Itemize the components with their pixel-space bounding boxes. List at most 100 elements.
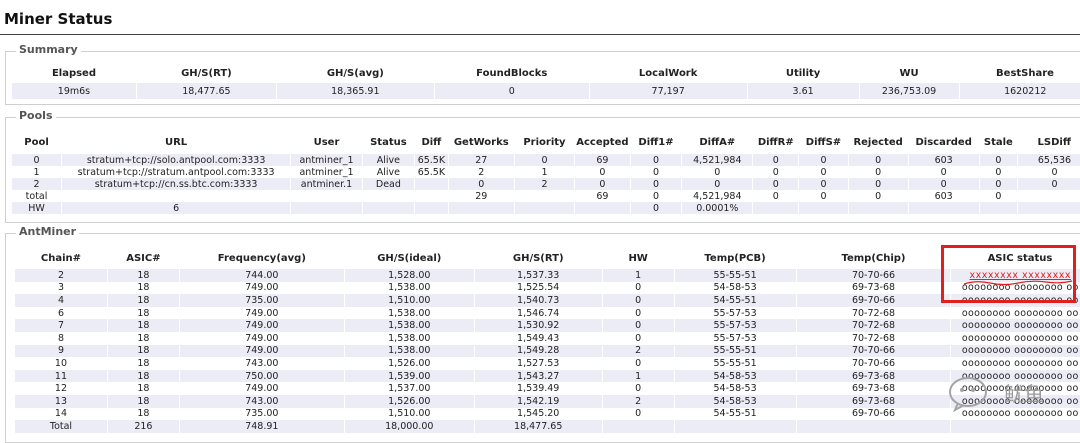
pools-cell — [291, 190, 363, 202]
antminer-cell: 744.00 — [179, 269, 344, 282]
table-row: HW600.0001% — [12, 202, 1080, 214]
table-row: total296904,521,9840006030 — [12, 190, 1080, 202]
antminer-cell: 1,539.49 — [474, 382, 602, 395]
table-row: 1418735.001,510.001,545.20054-55-5169-70… — [15, 408, 1080, 421]
antminer-cell: 0 — [602, 408, 674, 421]
antminer-cell: 1,545.20 — [474, 408, 602, 421]
pools-header-diffa: DiffA# — [682, 130, 753, 154]
summary-section: Summary ElapsedGH/S(RT)GH/S(avg)FoundBlo… — [5, 51, 1080, 105]
antminer-cell: 18 — [107, 269, 179, 282]
antminer-cell: 70-70-66 — [796, 269, 951, 282]
antminer-cell: 18,477.65 — [474, 420, 602, 433]
summary-cell: 19m6s — [12, 83, 137, 99]
pools-cell: 0 — [575, 166, 630, 178]
antminer-cell — [602, 420, 674, 433]
antminer-cell: 1,543.27 — [474, 370, 602, 383]
antminer-cell: 1,530.92 — [474, 319, 602, 332]
pools-legend: Pools — [16, 109, 56, 122]
antminer-header-asic: ASIC# — [107, 247, 179, 269]
pools-cell: antminer.1 — [291, 178, 363, 190]
antminer-cell: 749.00 — [179, 382, 344, 395]
antminer-cell: 69-73-68 — [796, 382, 951, 395]
antminer-header-frequency-avg: Frequency(avg) — [179, 247, 344, 269]
pools-cell: 0 — [630, 190, 682, 202]
pools-cell — [753, 202, 799, 214]
antminer-cell: 2 — [15, 269, 108, 282]
title-divider — [0, 34, 1080, 35]
antminer-cell: 0 — [602, 294, 674, 307]
antminer-cell: 54-55-51 — [674, 408, 796, 421]
antminer-cell: 54-58-53 — [674, 382, 796, 395]
pools-cell: 0 — [448, 178, 514, 190]
pools-cell — [291, 202, 363, 214]
antminer-cell: 2 — [602, 345, 674, 358]
asic-status-cell: oooooooo oooooooo oo — [951, 345, 1080, 358]
table-row: 318749.001,538.001,525.54054-58-5369-73-… — [15, 282, 1080, 295]
summary-header-localwork: LocalWork — [589, 64, 747, 83]
pools-header-user: User — [291, 130, 363, 154]
antminer-cell: 6 — [15, 307, 108, 320]
pools-cell: 0 — [799, 190, 848, 202]
antminer-cell: 18 — [107, 282, 179, 295]
pools-cell: 0 — [799, 154, 848, 166]
antminer-cell: 55-57-53 — [674, 332, 796, 345]
pools-cell — [979, 202, 1017, 214]
antminer-cell: 749.00 — [179, 332, 344, 345]
antminer-cell: 1,526.00 — [344, 357, 474, 370]
antminer-cell: 1,538.00 — [344, 282, 474, 295]
antminer-cell: 70-70-66 — [796, 357, 951, 370]
summary-header-utility: Utility — [747, 64, 859, 83]
pools-cell: 4,521,984 — [682, 154, 753, 166]
antminer-cell: 10 — [15, 357, 108, 370]
antminer-cell: 4 — [15, 294, 108, 307]
summary-header-foundblocks: FoundBlocks — [434, 64, 589, 83]
pools-cell: 0 — [682, 178, 753, 190]
antminer-cell: 749.00 — [179, 319, 344, 332]
antminer-cell: 69-73-68 — [796, 282, 951, 295]
pools-header-stale: Stale — [979, 130, 1017, 154]
pools-cell — [575, 202, 630, 214]
antminer-cell: 7 — [15, 319, 108, 332]
antminer-cell: 18 — [107, 382, 179, 395]
antminer-cell: 18 — [107, 395, 179, 408]
pools-cell: antminer_1 — [291, 154, 363, 166]
pools-cell — [414, 178, 448, 190]
antminer-cell: 54-58-53 — [674, 395, 796, 408]
pools-cell: HW — [12, 202, 62, 214]
summary-header-elapsed: Elapsed — [12, 64, 137, 83]
pools-cell: 0 — [979, 178, 1017, 190]
antminer-header-temp-pcb: Temp(PCB) — [674, 247, 796, 269]
antminer-cell: 1,526.00 — [344, 395, 474, 408]
pools-cell — [414, 190, 448, 202]
antminer-cell: 735.00 — [179, 408, 344, 421]
summary-cell: 18,477.65 — [136, 83, 276, 99]
pools-header-lsdiff: LSDiff — [1017, 130, 1080, 154]
pools-cell — [414, 202, 448, 214]
pools-cell: 4,521,984 — [682, 190, 753, 202]
antminer-cell — [796, 420, 951, 433]
pools-cell: 0 — [12, 154, 62, 166]
table-row: 418735.001,510.001,540.73054-55-5169-70-… — [15, 294, 1080, 307]
table-row: Total216748.9118,000.0018,477.65 — [15, 420, 1080, 433]
antminer-cell: 70-72-68 — [796, 307, 951, 320]
antminer-cell: 55-55-51 — [674, 357, 796, 370]
table-row: 618749.001,538.001,546.74055-57-5370-72-… — [15, 307, 1080, 320]
pools-cell: total — [12, 190, 62, 202]
antminer-cell: 749.00 — [179, 345, 344, 358]
pools-cell: 0 — [848, 154, 908, 166]
antminer-cell: 12 — [15, 382, 108, 395]
pools-header-rejected: Rejected — [848, 130, 908, 154]
pools-cell — [799, 202, 848, 214]
antminer-cell: 1,537.33 — [474, 269, 602, 282]
antminer-cell: 749.00 — [179, 307, 344, 320]
pools-header-discarded: Discarded — [908, 130, 979, 154]
antminer-cell: 743.00 — [179, 395, 344, 408]
pools-header-url: URL — [62, 130, 291, 154]
antminer-cell: 18,000.00 — [344, 420, 474, 433]
table-row: 1stratum+tcp://stratum.antpool.com:3333a… — [12, 166, 1080, 178]
antminer-cell: 1,510.00 — [344, 408, 474, 421]
antminer-cell: 55-55-51 — [674, 345, 796, 358]
pools-cell: 0 — [753, 190, 799, 202]
pools-cell: 2 — [448, 166, 514, 178]
antminer-header-gh-s-rt: GH/S(RT) — [474, 247, 602, 269]
